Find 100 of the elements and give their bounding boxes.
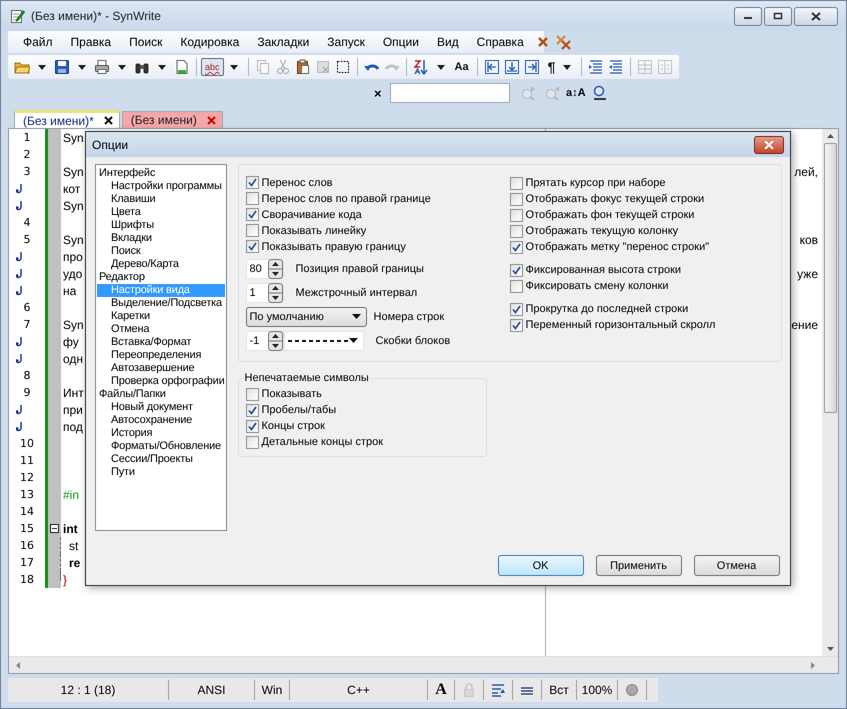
checkbox[interactable] (510, 176, 523, 190)
checkbox[interactable] (246, 192, 259, 206)
close-button[interactable] (794, 6, 838, 26)
circle-icon[interactable] (624, 682, 640, 698)
checkbox[interactable] (510, 192, 523, 206)
tree-item[interactable]: Сессии/Проекты (97, 453, 225, 466)
menu-item[interactable]: Кодировка (171, 35, 248, 49)
dialog-button[interactable]: OK (498, 555, 584, 576)
checkbox[interactable] (246, 420, 259, 432)
spin-field[interactable]: -1 (246, 331, 284, 352)
tree-item[interactable]: Выделение/Подсветка (97, 297, 225, 310)
tree-item[interactable]: Отмена (97, 323, 225, 336)
scroll-up-icon[interactable] (826, 133, 834, 139)
tree-item[interactable]: Клавиши (97, 193, 225, 206)
indent-icon[interactable] (588, 59, 604, 75)
spin-buttons[interactable] (268, 283, 283, 304)
scroll-right-icon[interactable] (810, 660, 816, 670)
spin-buttons[interactable] (268, 331, 283, 352)
tree-item[interactable]: Цвета (97, 206, 225, 219)
spell-check-button[interactable]: abc (201, 58, 224, 76)
menu-item[interactable]: Закладки (248, 35, 318, 49)
menu-item[interactable]: Файл (14, 35, 62, 49)
tree-item[interactable]: Поиск (97, 245, 225, 258)
menu-item[interactable]: Поиск (120, 35, 172, 49)
scroll-left-icon[interactable] (15, 660, 21, 670)
line-style-dropdown[interactable] (284, 331, 364, 352)
insert-mode-label[interactable]: Вст (542, 680, 577, 700)
line-ending-label[interactable]: Win (255, 680, 290, 700)
checkbox[interactable] (510, 264, 523, 276)
tree-item[interactable]: Шрифты (97, 219, 225, 232)
printer-icon[interactable] (94, 59, 110, 75)
tree-item[interactable]: Пути (97, 466, 225, 479)
sort-icon[interactable] (412, 59, 429, 75)
align-bottom-icon[interactable] (504, 59, 520, 75)
zoom-label[interactable]: 100% (577, 680, 618, 700)
checkbox[interactable] (246, 404, 259, 416)
maximize-button[interactable] (764, 6, 792, 26)
menu-item[interactable]: Справка (468, 35, 533, 49)
scroll-thumb[interactable] (824, 143, 836, 413)
tree-item[interactable]: Форматы/Обновление (97, 440, 225, 453)
tree-item[interactable]: Интерфейс (97, 167, 225, 180)
spin-field[interactable]: 1 (246, 283, 284, 304)
tree-item[interactable]: Редактор (97, 271, 225, 284)
tree-item[interactable]: Вкладки (97, 232, 225, 245)
checkbox[interactable] (246, 176, 259, 190)
word-wrap-icon[interactable] (490, 682, 506, 698)
menu-item[interactable]: Опции (374, 35, 428, 49)
close-icon[interactable] (104, 116, 113, 125)
menu-item[interactable]: Правка (62, 35, 120, 49)
match-case-button[interactable]: a↕A (566, 87, 586, 99)
align-left-icon[interactable] (484, 59, 500, 75)
tree-item[interactable]: Автосохранение (97, 414, 225, 427)
paragraph-button[interactable]: ¶ (548, 59, 556, 75)
minimize-button[interactable] (734, 6, 762, 26)
checkbox[interactable] (510, 208, 523, 222)
close-all-icon[interactable] (554, 34, 571, 50)
checkbox[interactable] (246, 388, 259, 400)
align-right-icon[interactable] (524, 59, 540, 75)
checkbox[interactable] (246, 436, 259, 448)
checkbox[interactable] (510, 318, 523, 332)
tree-item[interactable]: Автозавершение (97, 362, 225, 375)
encoding-label[interactable]: ANSI (169, 680, 255, 700)
dialog-button[interactable]: Применить (596, 555, 682, 576)
document-icon[interactable] (174, 59, 190, 75)
tree-item[interactable]: История (97, 427, 225, 440)
tree-item[interactable]: Вставка/Формат (97, 336, 225, 349)
document-tab[interactable]: (Без имени)* (14, 110, 120, 128)
checkbox[interactable] (246, 208, 259, 222)
tree-item[interactable]: Новый документ (97, 401, 225, 414)
document-tab[interactable]: (Без имени) (122, 111, 223, 128)
collapse-icon[interactable] (50, 524, 59, 533)
tree-item[interactable]: Проверка орфографии (97, 375, 225, 388)
checkbox[interactable] (246, 240, 259, 254)
close-search-button[interactable]: × (374, 86, 382, 100)
menu-item[interactable]: Вид (428, 35, 468, 49)
checkbox[interactable] (510, 224, 523, 238)
checkbox[interactable] (510, 240, 523, 254)
text-case-button[interactable]: Aa (454, 61, 469, 73)
checkbox[interactable] (510, 302, 523, 316)
spin-buttons[interactable] (268, 259, 283, 280)
horizontal-scrollbar[interactable] (9, 656, 838, 673)
scroll-down-icon[interactable] (826, 646, 834, 652)
font-button[interactable]: A (428, 680, 455, 700)
clipboard-icon[interactable] (294, 59, 311, 75)
tree-item[interactable]: Каретки (97, 310, 225, 323)
menu-item[interactable]: Запуск (318, 35, 374, 49)
dropdown[interactable]: По умолчанию (246, 307, 367, 328)
selection-icon[interactable] (334, 59, 351, 75)
syntax-label[interactable]: C++ (290, 680, 428, 700)
vertical-scrollbar[interactable] (822, 129, 838, 656)
search-field[interactable] (390, 83, 510, 103)
checkbox[interactable] (510, 280, 523, 292)
close-button[interactable] (754, 136, 784, 154)
spin-field[interactable]: 80 (246, 259, 284, 280)
tree-item[interactable]: Файлы/Папки (97, 388, 225, 401)
checkbox[interactable] (246, 224, 259, 238)
tree-item[interactable]: Настройки программы (97, 180, 225, 193)
outdent-icon[interactable] (608, 59, 624, 75)
tree-item[interactable]: Дерево/Карта (97, 258, 225, 271)
dialog-button[interactable]: Отмена (694, 555, 780, 576)
